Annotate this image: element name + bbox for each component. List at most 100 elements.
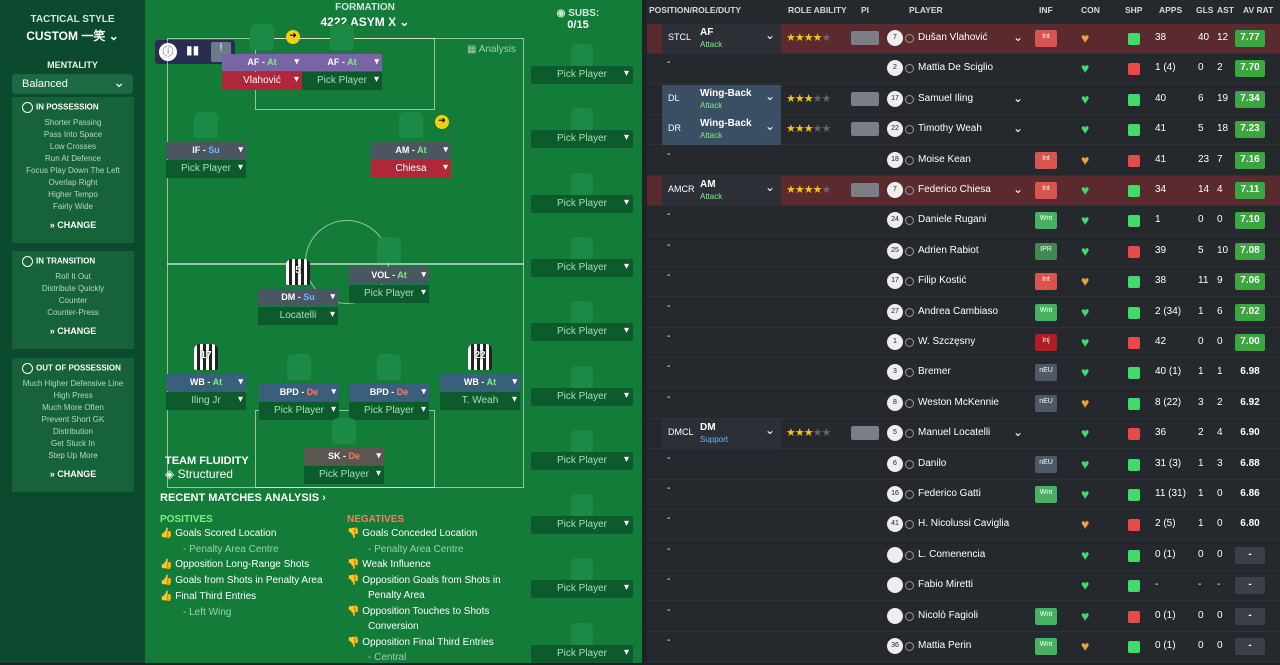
in-transition-change-button[interactable]: » CHANGE [12, 326, 134, 336]
table-row[interactable]: DL Wing-BackAttack ★★★★★ 17 Samuel Iling ⌄ ♥ 40… [647, 84, 1280, 115]
player-slot[interactable]: Vlahović [222, 72, 302, 90]
pick-player-dropdown[interactable]: Pick Player [531, 194, 633, 213]
player-name[interactable]: Federico Chiesa [918, 184, 991, 195]
table-row[interactable]: - 1 W. Szczęsny Inj ♥ 42 0 0 7.00 [647, 328, 1280, 358]
column-header[interactable]: SHP [1125, 5, 1142, 15]
table-row[interactable]: - 8 Weston McKennie nEU ♥ 8 (22) 3 2 6.92 [647, 389, 1280, 419]
player-dropdown-icon[interactable]: ⌄ [1013, 121, 1023, 135]
player-name[interactable]: Moise Kean [918, 154, 971, 165]
column-header[interactable]: AV RAT [1243, 5, 1273, 15]
column-header[interactable]: PI [861, 5, 869, 15]
player-slot[interactable]: T. Weah [440, 392, 520, 410]
player-name[interactable]: Bremer [918, 366, 951, 377]
player-profile-icon[interactable] [905, 186, 914, 195]
player-instructions-icon[interactable] [851, 31, 879, 45]
player-name[interactable]: Andrea Cambiaso [918, 306, 998, 317]
position-role-cell[interactable]: DR Wing-Back Attack [662, 115, 781, 146]
column-header[interactable]: CON [1081, 5, 1100, 15]
pick-player-dropdown[interactable]: Pick Player [531, 323, 633, 342]
out-of-possession-change-button[interactable]: » CHANGE [12, 469, 134, 479]
player-profile-icon[interactable] [905, 398, 914, 408]
role-duty-selector[interactable]: SK - De [304, 448, 384, 465]
role-duty-selector[interactable]: WB - At [166, 374, 246, 391]
mentality-dropdown[interactable]: Balanced [12, 74, 133, 94]
player-profile-icon[interactable] [905, 246, 914, 256]
player-profile-icon[interactable] [905, 459, 914, 469]
column-header[interactable]: POSITION/ROLE/DUTY [649, 5, 741, 15]
position-role-cell[interactable]: AMCR AM Attack [662, 176, 781, 206]
tactical-style-select[interactable]: CUSTOM 一笑 ⌄ [0, 27, 145, 44]
table-row[interactable]: - 41 H. Nicolussi Caviglia ♥ 2 (5) 1 0 6.80 [647, 510, 1280, 541]
pick-player-dropdown[interactable]: Pick Player [259, 402, 339, 420]
table-row[interactable]: DR Wing-BackAttack ★★★★★ 22 Timothy Weah ⌄ ♥ 41… [647, 115, 1280, 146]
column-header[interactable]: GLS [1196, 5, 1213, 15]
pick-player-dropdown[interactable]: Pick Player [531, 580, 633, 599]
player-profile-icon[interactable] [905, 368, 914, 378]
table-row[interactable]: - 16 Federico Gatti Wnt ♥ 11 (31) 1 0 6.86 [647, 480, 1280, 510]
player-slot[interactable]: Chiesa [371, 160, 451, 178]
table-row[interactable]: - 17 Filip Kostić Int ♥ 38 11 9 7.06 [647, 267, 1280, 298]
pick-player-dropdown[interactable]: Pick Player [531, 644, 633, 663]
player-name[interactable]: Weston McKennie [918, 397, 999, 408]
column-header[interactable]: AST [1217, 5, 1234, 15]
player-profile-icon[interactable] [905, 550, 914, 560]
table-row[interactable]: - Fabio Miretti ♥ - - - - [647, 571, 1280, 602]
player-name[interactable]: Danilo [918, 458, 946, 469]
player-profile-icon[interactable] [905, 94, 914, 104]
column-header[interactable]: PLAYER [909, 5, 943, 15]
player-instructions-icon[interactable] [851, 122, 879, 137]
pick-player-dropdown[interactable]: Pick Player [166, 160, 246, 178]
role-duty-selector[interactable]: WB - At [440, 374, 520, 391]
table-row[interactable]: - 24 Daniele Rugani Wnt ♥ 1 0 0 7.10 [647, 206, 1280, 237]
pick-player-dropdown[interactable]: Pick Player [304, 466, 384, 484]
player-dropdown-icon[interactable]: ⌄ [1013, 425, 1023, 439]
player-profile-icon[interactable] [905, 216, 914, 226]
pick-player-dropdown[interactable]: Pick Player [302, 72, 382, 90]
role-duty-selector[interactable]: IF - Su [166, 142, 246, 159]
player-name[interactable]: Nicolò Fagioli [918, 610, 978, 621]
player-instructions-icon[interactable] [851, 183, 879, 197]
table-row[interactable]: - 27 Andrea Cambiaso Wnt ♥ 2 (34) 1 6 7.02 [647, 298, 1280, 328]
player-name[interactable]: Manuel Locatelli [918, 427, 990, 438]
player-name[interactable]: Mattia Perin [918, 640, 971, 651]
player-name[interactable]: L. Comenencia [918, 549, 985, 560]
pick-player-dropdown[interactable]: Pick Player [531, 66, 633, 84]
table-row[interactable]: - 18 Moise Kean Int ♥ 41 23 7 7.16 [647, 146, 1280, 176]
player-name[interactable]: W. Szczęsny [918, 336, 975, 347]
pick-player-dropdown[interactable]: Pick Player [531, 258, 633, 277]
player-name[interactable]: Filip Kostić [918, 275, 966, 286]
player-profile-icon[interactable] [905, 429, 914, 439]
position-role-cell[interactable]: DMCL DM Support [662, 419, 781, 450]
column-header[interactable]: INF [1039, 5, 1053, 15]
player-profile-icon[interactable] [905, 64, 914, 74]
column-header[interactable]: APPS [1159, 5, 1182, 15]
role-duty-selector[interactable]: AF - At [302, 54, 382, 71]
player-dropdown-icon[interactable]: ⌄ [1013, 30, 1023, 44]
player-profile-icon[interactable] [905, 155, 914, 165]
pick-player-dropdown[interactable]: Pick Player [531, 451, 633, 470]
player-profile-icon[interactable] [905, 34, 914, 43]
player-name[interactable]: H. Nicolussi Caviglia [918, 518, 1009, 529]
table-row[interactable]: - 2 Mattia De Sciglio ♥ 1 (4) 0 2 7.70 [647, 54, 1280, 85]
role-duty-selector[interactable]: BPD - De [259, 384, 339, 401]
table-row[interactable]: - 6 Danilo nEU ♥ 31 (3) 1 3 6.88 [647, 450, 1280, 480]
pick-player-dropdown[interactable]: Pick Player [531, 387, 633, 406]
role-duty-selector[interactable]: AF - At [222, 54, 302, 71]
role-duty-selector[interactable]: AM - At [371, 142, 451, 159]
player-profile-icon[interactable] [905, 338, 914, 347]
table-row[interactable]: AMCR AM Attack ★★★★★ 7 Federico Chiesa ⌄ Int ♥ 34… [647, 176, 1280, 206]
role-duty-selector[interactable]: DM - Su [258, 289, 338, 306]
player-dropdown-icon[interactable]: ⌄ [1013, 182, 1023, 196]
player-name[interactable]: Timothy Weah [918, 123, 982, 134]
player-name[interactable]: Samuel Iling [918, 93, 973, 104]
position-role-cell[interactable]: DL Wing-Back Attack [662, 84, 781, 115]
role-duty-selector[interactable]: VOL - At [349, 267, 429, 284]
pick-player-dropdown[interactable]: Pick Player [349, 402, 429, 420]
player-profile-icon[interactable] [905, 520, 914, 530]
player-profile-icon[interactable] [905, 611, 914, 621]
player-name[interactable]: Federico Gatti [918, 488, 981, 499]
in-possession-change-button[interactable]: » CHANGE [12, 220, 134, 230]
player-name[interactable]: Fabio Miretti [918, 579, 973, 590]
pick-player-dropdown[interactable]: Pick Player [531, 130, 633, 149]
position-role-cell[interactable]: STCL AF Attack [662, 24, 781, 54]
